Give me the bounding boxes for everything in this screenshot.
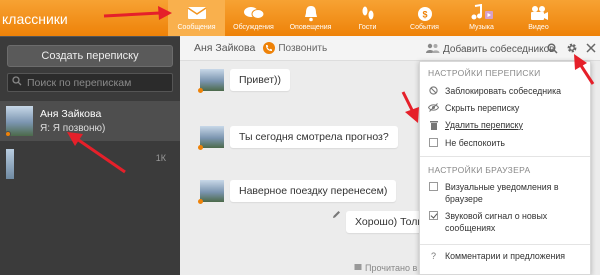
avatar	[6, 149, 14, 179]
sound-signal-item[interactable]: Звуковой сигнал о новых сообщениях	[420, 210, 590, 240]
visual-notifications-item[interactable]: Визуальные уведомления в браузере	[420, 181, 590, 210]
do-not-disturb-label: Не беспокоить	[445, 137, 505, 148]
call-button[interactable]: Позвонить	[263, 42, 327, 54]
nav-notifications-label: Оповещения	[289, 24, 332, 31]
delete-conversation-item[interactable]: Удалить переписку	[420, 116, 590, 133]
close-icon[interactable]	[586, 43, 596, 56]
chat-header: Аня Зайкова Позвонить Добавить собеседни…	[180, 36, 600, 61]
search-icon[interactable]	[547, 43, 558, 57]
question-icon: ?	[430, 251, 436, 261]
svg-text:$: $	[422, 10, 427, 20]
nav-video-label: Видео	[528, 24, 549, 31]
feedback-label: Комментарии и предложения	[445, 251, 566, 261]
nav-events-label: События	[410, 24, 439, 31]
create-conversation-button[interactable]: Создать переписку	[7, 45, 173, 67]
video-camera-icon	[529, 3, 549, 23]
gear-icon[interactable]	[566, 42, 578, 57]
add-people-icon	[426, 43, 440, 56]
chat-contact-name[interactable]: Аня Зайкова	[194, 42, 255, 54]
edit-pencil-icon[interactable]	[332, 210, 341, 222]
chat-settings-menu: НАСТРОЙКИ ПЕРЕПИСКИ Заблокировать собесе…	[419, 61, 591, 275]
nav-discussions[interactable]: Обсуждения	[225, 0, 282, 36]
chat-bubbles-icon	[243, 3, 265, 23]
visual-notifications-checkbox[interactable]	[429, 182, 438, 191]
search-icon	[12, 76, 22, 89]
message-row: Привет))	[198, 69, 291, 93]
online-indicator	[198, 145, 203, 150]
add-participants-button[interactable]: Добавить собеседников	[426, 43, 554, 56]
message-bubble: Наверное поездку перенесем)	[230, 180, 397, 202]
block-icon	[428, 86, 439, 95]
hide-conversation-label: Скрыть переписку	[445, 102, 520, 113]
conversation-name: Аня Зайкова	[40, 108, 102, 120]
avatar	[198, 69, 224, 93]
avatar	[198, 126, 224, 150]
nav-messages-label: Сообщения	[177, 24, 216, 31]
conversation-item[interactable]: 1К	[0, 149, 180, 183]
online-indicator	[5, 131, 11, 137]
avatar	[5, 106, 33, 137]
message-icon	[354, 263, 362, 273]
online-indicator	[198, 88, 203, 93]
top-navigation-bar: классники Сообщения Обсуждения Оповещени…	[0, 0, 600, 36]
block-contact-item[interactable]: Заблокировать собеседника	[420, 82, 590, 99]
message-row: Ты сегодня смотрела прогноз?	[198, 126, 398, 150]
nav-music[interactable]: Музыка	[453, 0, 510, 36]
nav-events[interactable]: $ События	[396, 0, 453, 36]
delete-conversation-label: Удалить переписку	[445, 119, 523, 130]
sound-signal-label-cont: сообщениях	[445, 223, 496, 233]
call-label: Позвонить	[278, 42, 328, 54]
do-not-disturb-item[interactable]: Не беспокоить	[420, 133, 590, 152]
conversation-meta: 1К	[155, 153, 166, 163]
message-row: Наверное поездку перенесем)	[198, 180, 397, 204]
block-contact-label: Заблокировать собеседника	[445, 85, 562, 96]
hide-conversation-item[interactable]: Скрыть переписку	[420, 99, 590, 116]
money-bag-icon: $	[416, 3, 434, 23]
message-bubble: Ты сегодня смотрела прогноз?	[230, 126, 398, 148]
visual-notifications-label: Визуальные уведомления в	[445, 182, 559, 192]
online-indicator	[198, 199, 203, 204]
message-bubble: Привет))	[230, 69, 291, 91]
feedback-item[interactable]: ? Комментарии и предложения	[420, 245, 590, 267]
conversations-sidebar: Создать переписку Аня Зайкова Я: Я позво…	[0, 36, 180, 275]
read-status: Прочитано в 1	[365, 263, 425, 273]
browser-settings-title: НАСТРОЙКИ БРАУЗЕРА	[428, 165, 531, 175]
conversation-search[interactable]	[7, 73, 173, 92]
nav-notifications[interactable]: Оповещения	[282, 0, 339, 36]
bell-icon	[303, 3, 319, 23]
phone-icon	[263, 42, 276, 54]
read-receipt: Прочитано в 1	[354, 263, 425, 273]
chat-settings-title: НАСТРОЙКИ ПЕРЕПИСКИ	[428, 68, 541, 78]
envelope-icon	[187, 3, 207, 23]
nav-discussions-label: Обсуждения	[233, 24, 274, 31]
conversation-item[interactable]: Аня Зайкова Я: Я позвоню)	[0, 101, 180, 141]
sound-signal-checkbox[interactable]	[429, 211, 438, 220]
nav-messages[interactable]: Сообщения	[168, 0, 225, 36]
sound-signal-label: Звуковой сигнал о новых	[445, 211, 548, 221]
brand-logo-text[interactable]: классники	[0, 0, 168, 36]
conversation-preview: Я: Я позвоню)	[40, 123, 106, 134]
nav-video[interactable]: Видео	[510, 0, 567, 36]
add-participants-label: Добавить собеседников	[443, 44, 555, 55]
music-note-icon	[470, 3, 494, 23]
eye-hidden-icon	[428, 103, 439, 112]
nav-guests-label: Гости	[358, 24, 377, 31]
visual-notifications-label-cont: браузере	[445, 194, 483, 204]
do-not-disturb-checkbox[interactable]	[429, 138, 438, 147]
nav-music-label: Музыка	[469, 24, 494, 31]
footprints-icon	[360, 3, 376, 23]
search-input[interactable]	[27, 76, 167, 89]
avatar	[198, 180, 224, 204]
trash-icon	[428, 120, 439, 130]
nav-guests[interactable]: Гости	[339, 0, 396, 36]
